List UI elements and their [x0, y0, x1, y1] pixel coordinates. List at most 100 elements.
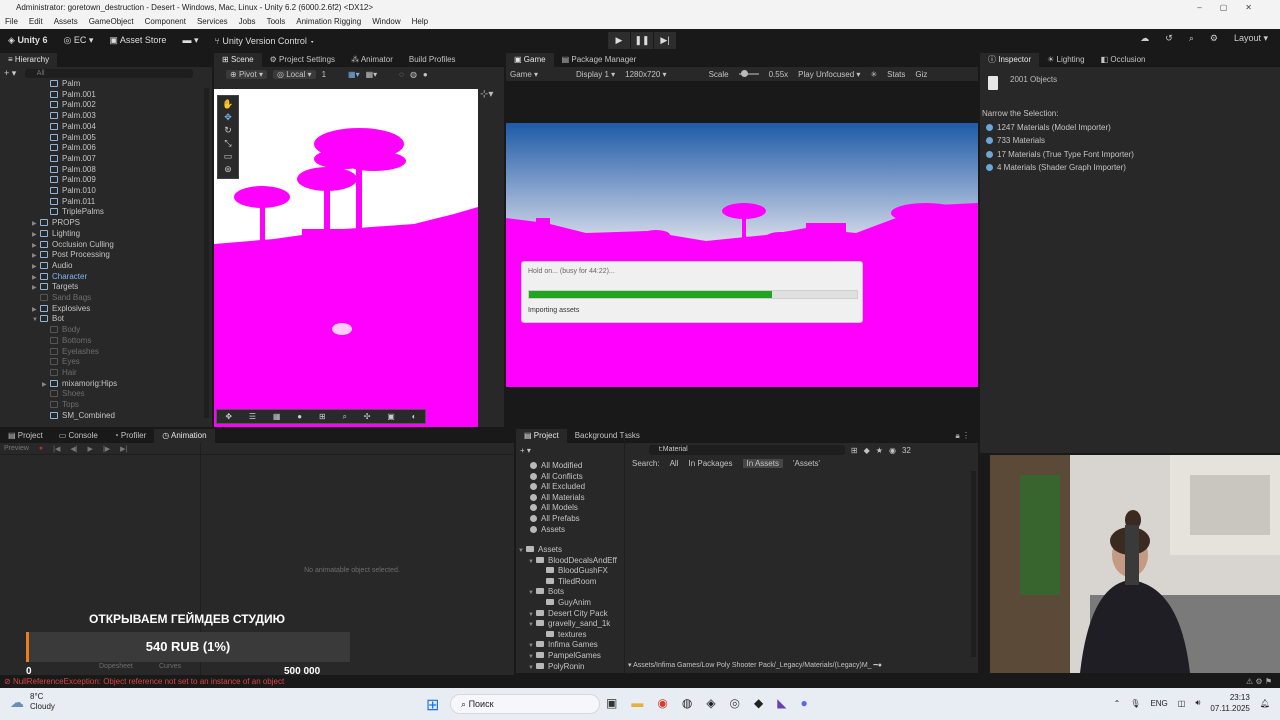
- saved-search-icon[interactable]: ★: [876, 446, 883, 455]
- tab-animator[interactable]: ⁂ Animator: [343, 53, 401, 67]
- scope-all[interactable]: All: [670, 459, 679, 468]
- menu-file[interactable]: File: [5, 15, 18, 29]
- hierarchy-row[interactable]: Hair: [42, 368, 77, 379]
- tray-chevron-icon[interactable]: ⌃: [1114, 699, 1121, 708]
- menu-jobs[interactable]: Jobs: [239, 15, 256, 29]
- hierarchy-row[interactable]: Sand Bags: [32, 293, 91, 304]
- overlay-pivot-icon[interactable]: ✣: [364, 412, 371, 421]
- lock-icon[interactable]: 🔒︎ ⋮: [956, 431, 970, 441]
- hierarchy-row[interactable]: ▶ mixamorig:Hips: [42, 379, 117, 390]
- hierarchy-row[interactable]: Tops: [42, 400, 79, 411]
- hierarchy-row[interactable]: SM_Combined: [42, 411, 115, 422]
- narrow-selection-item[interactable]: 4 Materials (Shader Graph Importer): [986, 161, 1134, 174]
- scale-tool-icon[interactable]: ⤡: [224, 138, 231, 149]
- settings-icon[interactable]: ⚙: [1210, 33, 1218, 44]
- shading-icon[interactable]: ●: [423, 70, 428, 79]
- account-dropdown[interactable]: ◎ EC ▾: [55, 35, 101, 46]
- project-search-input[interactable]: t:Material: [648, 445, 845, 455]
- next-key-icon[interactable]: |▶: [103, 445, 110, 453]
- play-anim-icon[interactable]: ▶: [88, 445, 93, 453]
- obs-icon[interactable]: ◍: [682, 696, 692, 710]
- orient-icon[interactable]: ◌: [399, 70, 404, 79]
- expand-arrow-icon[interactable]: ▼: [528, 557, 536, 568]
- record-icon[interactable]: ●: [39, 445, 43, 452]
- hierarchy-row[interactable]: Palm.011: [42, 197, 95, 208]
- pause-button[interactable]: ❚❚: [631, 32, 653, 49]
- menu-help[interactable]: Help: [412, 15, 428, 29]
- hierarchy-row[interactable]: Palm.007: [42, 154, 96, 165]
- hierarchy-row[interactable]: Palm.004: [42, 122, 96, 133]
- folder-item[interactable]: ▼ Assets: [518, 545, 562, 556]
- hierarchy-row[interactable]: Body: [42, 325, 80, 336]
- local-dropdown[interactable]: ◎ Local ▾: [272, 69, 316, 79]
- game-viewport[interactable]: [506, 123, 978, 387]
- draw-mode-icon[interactable]: ◍: [410, 70, 417, 79]
- game-mode-dropdown[interactable]: Game ▾: [510, 70, 566, 79]
- prev-key-icon[interactable]: ◀|: [70, 445, 77, 453]
- favorite-item[interactable]: All Conflicts: [530, 472, 583, 483]
- tab-console[interactable]: ▭ Console: [51, 429, 106, 443]
- tab-package-manager[interactable]: ▤ Package Manager: [554, 53, 645, 67]
- hierarchy-row[interactable]: Palm.009: [42, 175, 96, 186]
- chrome-icon[interactable]: ◉: [657, 696, 667, 710]
- cloud-icon[interactable]: ☁: [1140, 33, 1149, 44]
- scene-viewport[interactable]: ✋ ✥ ↻ ⤡ ▭ ⊛ ✥ ☰ ▦ ● ⊞ ⌕ ✣ ▣ ◐: [214, 89, 478, 427]
- step-button[interactable]: ▶|: [654, 32, 676, 49]
- overlay-snap-icon[interactable]: ⊞: [319, 412, 326, 421]
- language-indicator[interactable]: ENG: [1150, 699, 1167, 708]
- narrow-selection-item[interactable]: 733 Materials: [986, 134, 1134, 147]
- hierarchy-row[interactable]: ▶ Post Processing: [32, 250, 110, 261]
- menu-gameobject[interactable]: GameObject: [89, 15, 134, 29]
- folder-item[interactable]: ▼ Bots: [528, 587, 564, 598]
- folder-item[interactable]: ▼ gravelly_sand_1k: [528, 619, 610, 630]
- expand-arrow-icon[interactable]: ▼: [528, 588, 536, 599]
- hierarchy-row[interactable]: Palm.005: [42, 133, 96, 144]
- favorite-item[interactable]: All Excluded: [530, 482, 585, 493]
- expand-arrow-icon[interactable]: ▼: [528, 663, 536, 674]
- hierarchy-row[interactable]: Palm.008: [42, 165, 96, 176]
- hierarchy-scrollbar[interactable]: [204, 88, 209, 418]
- folder-item[interactable]: ▼ PampelGames: [528, 651, 601, 662]
- unity-hub-icon[interactable]: ◈: [706, 696, 715, 710]
- hierarchy-row[interactable]: Palm.006: [42, 143, 96, 154]
- folder-item[interactable]: ▼ BloodDecalsAndEff: [528, 556, 617, 567]
- transform-tool-icon[interactable]: ⊛: [224, 164, 232, 175]
- rotate-tool-icon[interactable]: ↻: [224, 125, 232, 136]
- narrow-selection-item[interactable]: 1247 Materials (Model Importer): [986, 121, 1134, 134]
- pivot-dropdown[interactable]: ⊕ Pivot ▾: [226, 69, 267, 79]
- tab-build-profiles[interactable]: Build Profiles: [401, 53, 464, 67]
- unity-editor-icon[interactable]: ◆: [754, 696, 763, 710]
- hand-tool-icon[interactable]: ✋: [222, 99, 233, 110]
- task-view-icon[interactable]: ▣: [606, 696, 617, 710]
- tab-animation[interactable]: ◷ Animation: [154, 429, 215, 443]
- folder-item[interactable]: ▼ Infima Games: [528, 640, 598, 651]
- visual-studio-icon[interactable]: ◣: [777, 696, 786, 710]
- menu-animation-rigging[interactable]: Animation Rigging: [296, 15, 361, 29]
- clock[interactable]: 23:13 07.11.2025: [1210, 692, 1249, 714]
- grid-snap-value[interactable]: 1: [322, 70, 326, 79]
- create-button[interactable]: + ▾: [520, 446, 531, 455]
- overlay-search-icon[interactable]: ⌕: [342, 412, 346, 422]
- tab-game[interactable]: ▣ Game: [506, 53, 554, 67]
- hierarchy-row[interactable]: Palm.003: [42, 111, 96, 122]
- hierarchy-row[interactable]: Palm.002: [42, 100, 96, 111]
- scene-gizmo[interactable]: ⊹▾: [480, 89, 504, 107]
- hierarchy-row[interactable]: ▶ Occlusion Culling: [32, 240, 114, 251]
- first-key-icon[interactable]: |◀: [53, 445, 60, 453]
- volume-icon[interactable]: 🔊︎: [1195, 698, 1200, 708]
- asset-store-button[interactable]: ▣ Asset Store: [101, 35, 174, 46]
- search-by-label-icon[interactable]: ◆: [864, 446, 870, 455]
- favorite-item[interactable]: All Models: [530, 503, 578, 514]
- tab-scene[interactable]: ⊞ Scene: [214, 53, 262, 67]
- hidden-packages-icon[interactable]: ◉: [889, 446, 896, 455]
- overlay-cube-icon[interactable]: ▣: [387, 412, 395, 421]
- tab-inspector[interactable]: ⓘ Inspector: [980, 53, 1040, 67]
- mic-icon[interactable]: 🎙︎: [1130, 699, 1140, 708]
- tab-project-left[interactable]: ▤ Project: [0, 429, 51, 443]
- scope-in-assets[interactable]: In Assets: [742, 459, 783, 468]
- folder-item[interactable]: TiledRoom: [538, 577, 596, 588]
- git-icon[interactable]: ◎: [730, 696, 740, 710]
- cloud-dropdown[interactable]: ▬ ▾: [174, 35, 206, 46]
- hierarchy-row[interactable]: Eyelashes: [42, 347, 99, 358]
- hierarchy-row[interactable]: ▶ Audio: [32, 261, 72, 272]
